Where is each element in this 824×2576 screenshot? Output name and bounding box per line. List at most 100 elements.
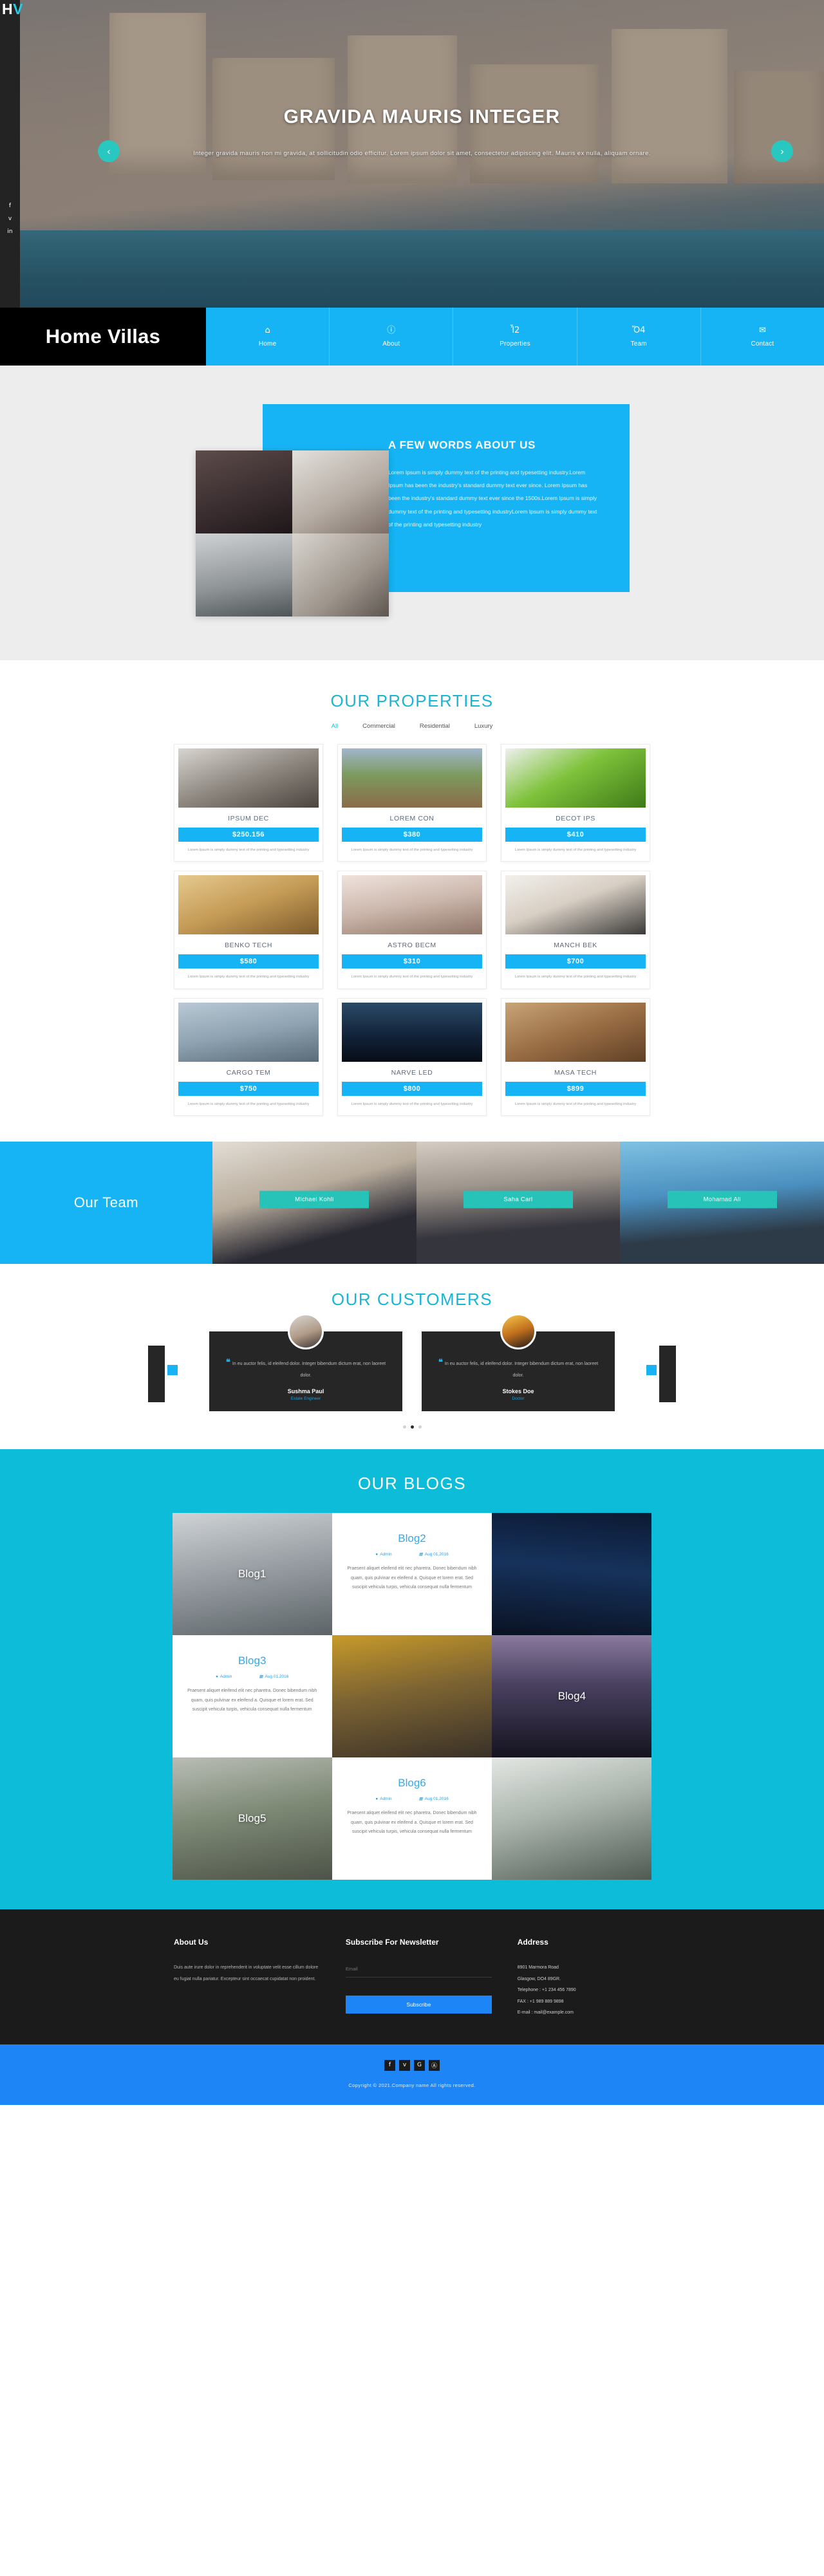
blog-card-image[interactable] <box>492 1513 652 1636</box>
google-plus-icon[interactable]: G <box>414 2059 425 2071</box>
nav-item-home[interactable]: ⌂ Home <box>206 308 330 366</box>
footer-social-list: f ᴠ G Ⓐ <box>0 2059 824 2071</box>
blog-card-text[interactable]: Blog6 ● Admin ▦ Aug 01,2016 Praesent aliqu… <box>332 1757 492 1880</box>
blog-title: Blog2 <box>398 1532 426 1545</box>
property-price: $750 <box>178 1081 319 1096</box>
email-input[interactable] <box>345 1962 492 1978</box>
team-section: Our Team Michael Kohli Saha Carl Mohamad… <box>0 1142 824 1265</box>
address-list: 8901 Marmora Road Glasgow, DO4 89GR. Tel… <box>518 1962 650 2019</box>
about-heading: A FEW WORDS ABOUT US <box>388 439 536 451</box>
blogs-section: OUR BLOGS Blog1 Blog2 ● Admin ▦ Aug 01,201… <box>0 1449 824 1910</box>
logo-mark-accent: V <box>13 1 23 17</box>
info-icon: ⓘ <box>387 325 396 335</box>
quote-icon: ❝ <box>225 1357 230 1367</box>
nav-link-list: ⌂ Home ⓘ About Ἶ2 Properties Ὄ4 Team ✉ C… <box>206 308 824 366</box>
property-card[interactable]: MASA TECH $899 Lorem Ipsum is simply dum… <box>501 997 650 1117</box>
blog-title: Blog3 <box>238 1654 267 1667</box>
nav-item-contact[interactable]: ✉ Contact <box>701 308 824 366</box>
blog-meta: ● Admin ▦ Aug 01,2016 <box>344 1796 480 1802</box>
user-icon: ● <box>215 1674 218 1679</box>
blog-title: Blog6 <box>398 1777 426 1790</box>
blog-card-image[interactable] <box>332 1635 492 1758</box>
footer-newsletter-heading: Subscribe For Newsletter <box>345 1938 439 1947</box>
properties-title: OUR PROPERTIES <box>330 691 494 710</box>
blog-card-text[interactable]: Blog2 ● Admin ▦ Aug 01,2016 Praesent aliqu… <box>332 1513 492 1636</box>
testimonial-peek-right <box>659 1346 676 1403</box>
facebook-icon[interactable]: f <box>384 2059 395 2071</box>
property-card[interactable]: DECOT IPS $410 Lorem Ipsum is simply dum… <box>501 744 650 862</box>
property-image <box>505 875 646 935</box>
filter-commercial[interactable]: Commercial <box>362 723 395 730</box>
property-name: CARGO TEM <box>226 1068 271 1077</box>
property-name: NARVE LED <box>391 1068 433 1077</box>
property-image <box>342 748 482 808</box>
team-member-card[interactable]: Mohamad Ali <box>620 1142 824 1265</box>
footer-address-column: Address 8901 Marmora Road Glasgow, DO4 8… <box>518 1938 650 2019</box>
property-description: Lorem Ipsum is simply dummy text of the … <box>187 848 310 852</box>
team-member-card[interactable]: Michael Kohli <box>212 1142 417 1265</box>
filter-luxury[interactable]: Luxury <box>474 723 493 730</box>
testimonial-carousel: ❝ In eu auctor felis, id eleifend dolor. … <box>90 1313 734 1412</box>
carousel-dot[interactable] <box>402 1425 406 1429</box>
testimonial-author: Sushma Paul <box>287 1388 324 1395</box>
nav-item-properties[interactable]: Ἶ2 Properties <box>453 308 577 366</box>
twitter-icon[interactable]: ᴠ <box>0 216 20 222</box>
property-card[interactable]: BENKO TECH $580 Lorem Ipsum is simply du… <box>174 871 323 989</box>
calendar-icon: ▦ <box>418 1552 423 1557</box>
filter-residential[interactable]: Residential <box>420 723 450 730</box>
footer-about-column: About Us Duis aute irure dolor in repreh… <box>174 1938 320 2019</box>
blog-date: ▦ Aug 01,2016 <box>259 1674 288 1680</box>
building-icon: Ἶ2 <box>510 325 520 335</box>
property-card[interactable]: LOREM CON $380 Lorem Ipsum is simply dum… <box>337 744 487 862</box>
testimonial-card: ❝ In eu auctor felis, id eleifend dolor. … <box>209 1313 402 1412</box>
footer-about-body: Duis aute irure dolor in reprehenderit i… <box>174 1965 319 1981</box>
hero-next-button[interactable]: › <box>771 140 793 162</box>
testimonial-author: Stokes Doe <box>502 1388 534 1395</box>
property-image <box>178 875 319 935</box>
blog-card-image[interactable] <box>492 1757 652 1880</box>
blog-author: ● Admin <box>375 1796 391 1801</box>
user-icon: ● <box>375 1796 379 1801</box>
testimonial-next-button[interactable] <box>646 1365 657 1376</box>
dribbble-icon[interactable]: Ⓐ <box>429 2059 440 2071</box>
properties-section: OUR PROPERTIES All Commercial Residentia… <box>0 660 824 1142</box>
blog-card-image[interactable]: Blog1 <box>172 1513 332 1636</box>
twitter-icon[interactable]: ᴠ <box>399 2059 410 2071</box>
hero-content: GRAVIDA MAURIS INTEGER Integer gravida m… <box>20 0 824 308</box>
property-price: $580 <box>178 954 319 969</box>
brand-name[interactable]: Home Villas <box>0 308 206 366</box>
blog-author: ● Admin <box>375 1552 391 1557</box>
property-name: ASTRO BECM <box>388 941 436 950</box>
carousel-dot[interactable] <box>418 1425 422 1429</box>
blog-card-text[interactable]: Blog3 ● Admin ▦ Aug 01,2016 Praesent aliqu… <box>172 1635 332 1758</box>
property-price: $410 <box>505 828 646 842</box>
blog-card-image[interactable]: Blog4 <box>492 1635 652 1758</box>
main-navigation: Home Villas ⌂ Home ⓘ About Ἶ2 Properties… <box>0 308 824 366</box>
property-price: $250.156 <box>178 828 319 842</box>
property-name: MASA TECH <box>554 1068 597 1077</box>
footer-newsletter-column: Subscribe For Newsletter Subscribe <box>345 1938 492 2019</box>
carousel-dot-active[interactable] <box>410 1425 414 1429</box>
property-image <box>342 875 482 935</box>
property-card[interactable]: ASTRO BECM $310 Lorem Ipsum is simply du… <box>337 871 487 989</box>
nav-item-about[interactable]: ⓘ About <box>330 308 454 366</box>
property-card[interactable]: NARVE LED $800 Lorem Ipsum is simply dum… <box>337 997 487 1117</box>
property-card[interactable]: MANCH BEK $700 Lorem Ipsum is simply dum… <box>501 871 650 989</box>
filter-all[interactable]: All <box>332 723 339 730</box>
testimonial-prev-button[interactable] <box>167 1365 178 1376</box>
property-card[interactable]: CARGO TEM $750 Lorem Ipsum is simply dum… <box>174 997 323 1117</box>
nav-label: Properties <box>500 340 530 347</box>
facebook-icon[interactable]: f <box>0 203 20 209</box>
property-description: Lorem Ipsum is simply dummy text of the … <box>514 975 637 979</box>
home-icon: ⌂ <box>265 325 270 335</box>
blog-author-name: Admin <box>220 1674 232 1679</box>
subscribe-button[interactable]: Subscribe <box>345 1996 492 2014</box>
linkedin-icon[interactable]: in <box>0 228 20 235</box>
testimonial-peek-left <box>148 1346 165 1403</box>
blog-card-image[interactable]: Blog5 <box>172 1757 332 1880</box>
team-member-card[interactable]: Saha Carl <box>416 1142 621 1265</box>
property-card[interactable]: IPSUM DEC $250.156 Lorem Ipsum is simply… <box>174 744 323 862</box>
property-image <box>178 748 319 808</box>
nav-item-team[interactable]: Ὄ4 Team <box>577 308 701 366</box>
hero-prev-button[interactable]: ‹ <box>98 140 120 162</box>
